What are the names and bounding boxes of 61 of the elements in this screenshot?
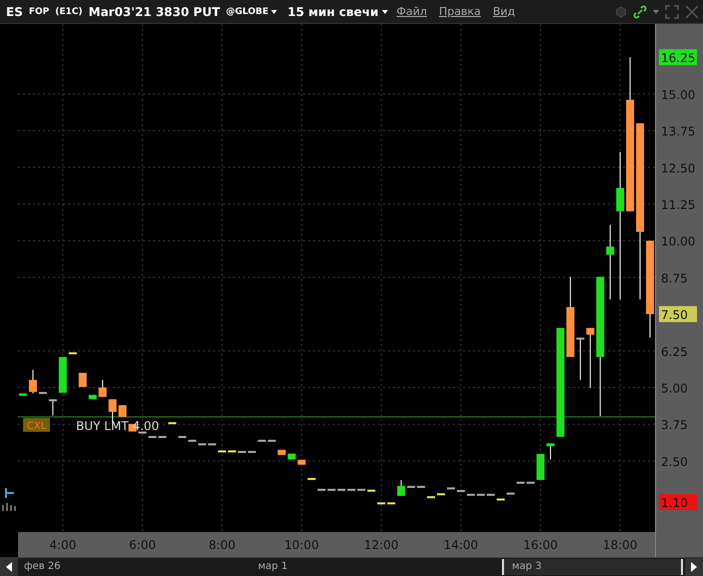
price-badge-label: 7.50 [661, 308, 688, 322]
time-tick-label: 10:00 [284, 538, 319, 552]
price-badge-label: 16.25 [661, 51, 696, 66]
time-tick-label: 6:00 [128, 538, 156, 552]
price-badge-label: 1.10 [661, 496, 688, 510]
candlestick [78, 372, 87, 387]
contract-code-text: (E1C) [55, 6, 82, 16]
candlestick [616, 152, 624, 300]
link-icon[interactable] [633, 4, 647, 18]
price-tick-label: 6.25 [661, 344, 688, 359]
time-tick-label: 16:00 [523, 538, 558, 552]
candlestick [278, 450, 286, 456]
price-tick-label: 5.00 [661, 382, 688, 396]
symbol-text: ES [6, 4, 23, 18]
menu-item[interactable]: Правка [436, 5, 484, 18]
interval-dropdown[interactable]: 15 мин свечи [287, 4, 388, 18]
candlestick [88, 394, 97, 400]
price-tick-label: 10.00 [661, 234, 696, 249]
price-tick-label: 15.00 [661, 88, 696, 102]
candlestick [536, 454, 545, 480]
price-tick-label: 3.75 [661, 418, 688, 432]
timeline-scrollbar[interactable]: фев 26 мар 1 мар 3 [18, 557, 685, 576]
candlestick [606, 224, 614, 300]
candlestick [118, 405, 127, 417]
security-type-text: FOP [28, 6, 50, 16]
caret-icon [271, 10, 278, 14]
date-label: мар 3 [512, 561, 542, 572]
price-tick-label: 11.25 [661, 198, 696, 212]
bars-icon[interactable] [2, 503, 16, 511]
time-tick-label: 4:00 [49, 538, 76, 552]
exchange-dropdown[interactable]: @GLOBE [226, 6, 278, 16]
scroll-right-button[interactable] [685, 557, 703, 576]
caret-icon [382, 10, 388, 14]
price-tick-label: 12.50 [661, 161, 696, 176]
right-arrow-icon [691, 562, 697, 572]
time-tick-label: 12:00 [364, 538, 399, 552]
candlestick [586, 327, 594, 388]
price-tick-label: 2.50 [661, 454, 688, 469]
caret-icon[interactable] [653, 10, 659, 14]
date-label: мар 1 [258, 561, 288, 572]
candlestick [98, 379, 107, 398]
time-tick-label: 18:00 [602, 538, 638, 552]
candlestick [397, 480, 406, 496]
left-arrow-icon [6, 562, 12, 572]
time-tick-label: 8:00 [208, 538, 236, 552]
candlestick [288, 454, 296, 460]
price-tick-label: 13.75 [661, 124, 696, 139]
menu-item[interactable]: Вид [490, 5, 518, 18]
contract-text: Mar03'21 3830 PUT [88, 4, 220, 18]
price-tick-label: 8.75 [661, 271, 688, 286]
scroll-left-button[interactable] [0, 557, 18, 576]
date-label: фев 26 [24, 561, 60, 572]
menu-item[interactable]: Файл [394, 5, 430, 18]
candlestick [556, 328, 564, 437]
candlestick [28, 369, 37, 394]
candlestick [48, 398, 57, 416]
scrollbar-thumb[interactable] [502, 559, 683, 575]
candlestick [576, 337, 584, 380]
time-tick-label: 14:00 [444, 538, 478, 552]
candlestick [298, 460, 306, 465]
candlestick [546, 442, 554, 460]
